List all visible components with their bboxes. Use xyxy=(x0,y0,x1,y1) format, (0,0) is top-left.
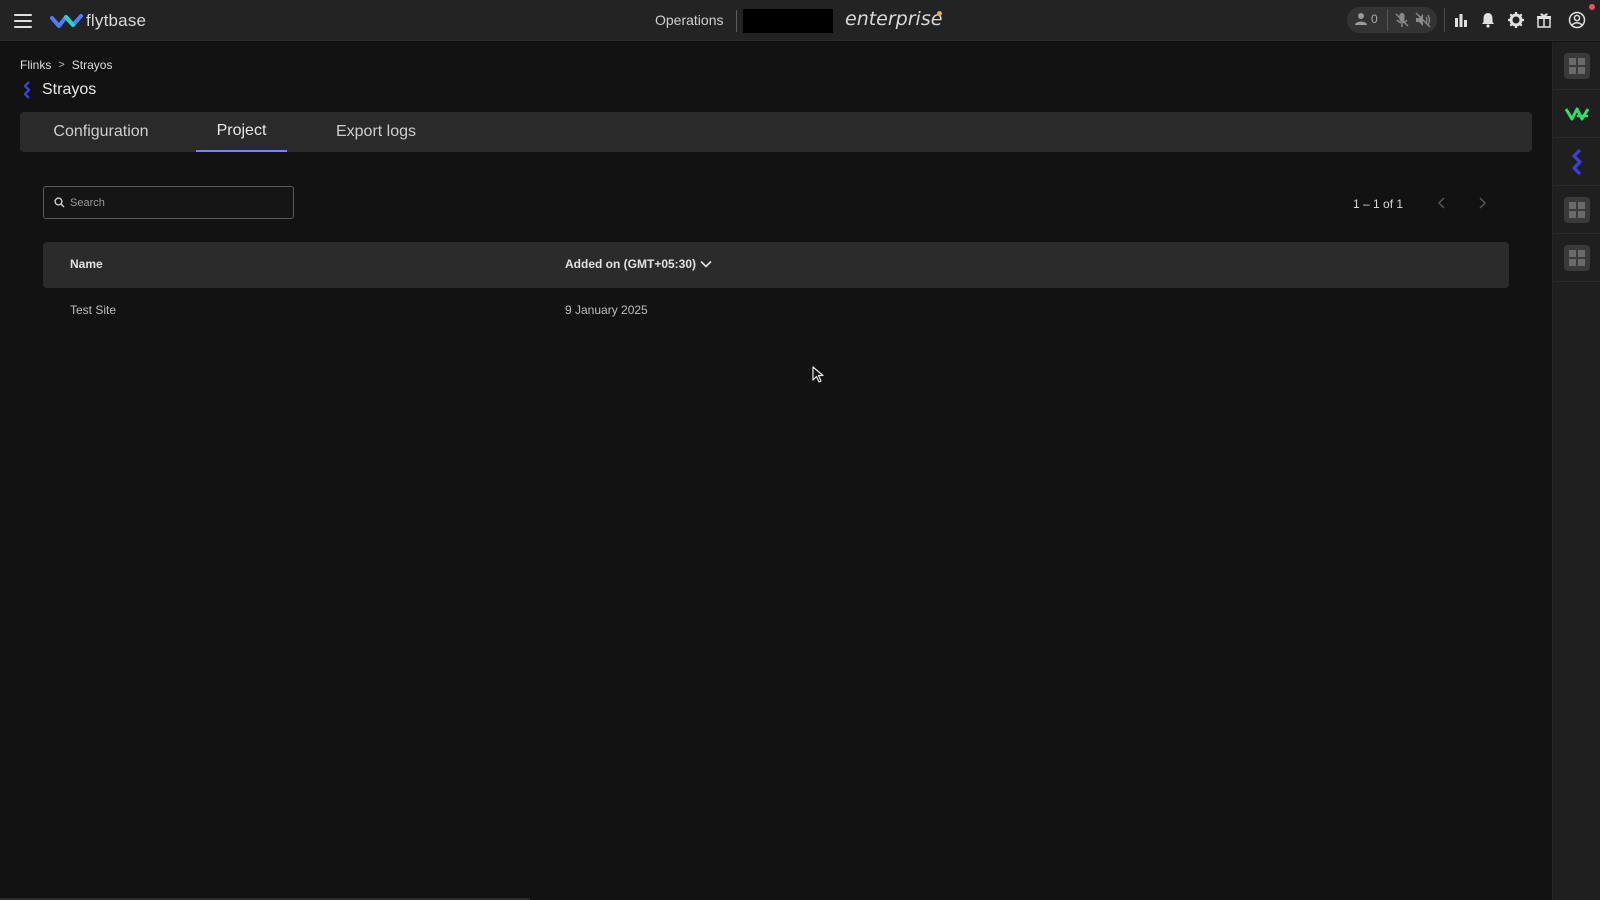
section-label[interactable]: Operations xyxy=(655,12,723,28)
strayos-logo-icon xyxy=(23,81,31,99)
pill-divider xyxy=(1387,9,1388,31)
breadcrumb-current: Strayos xyxy=(71,58,113,72)
menu-icon[interactable] xyxy=(14,14,32,28)
top-bar: flytbase Operations enterprise 0 xyxy=(0,0,1600,41)
user-icon xyxy=(1355,13,1367,25)
breadcrumb: Flinks > Strayos xyxy=(20,58,112,72)
speaker-off-icon[interactable] xyxy=(1414,11,1432,29)
mic-off-icon[interactable] xyxy=(1393,11,1411,29)
edition-accent-mark xyxy=(937,11,942,16)
search-icon xyxy=(54,197,65,208)
page-title: Strayos xyxy=(42,81,97,98)
chevron-right-icon: > xyxy=(58,59,65,71)
rail-widget-tile-2[interactable] xyxy=(1553,186,1600,234)
tab-bar: Configuration Project Export logs xyxy=(20,112,1532,152)
prev-page-button[interactable] xyxy=(1432,193,1452,213)
redacted-org-name xyxy=(743,9,833,33)
widget-tile-icon xyxy=(1564,196,1590,223)
cell-name: Test Site xyxy=(70,303,117,317)
flytbase-logo[interactable]: flytbase xyxy=(50,10,146,32)
cell-added-on: 9 January 2025 xyxy=(565,303,648,317)
gear-icon[interactable] xyxy=(1507,11,1525,29)
rail-widget-tile-3[interactable] xyxy=(1553,234,1600,282)
header-divider xyxy=(736,10,737,32)
flytbase-logo-icon xyxy=(50,14,83,28)
page-header: Strayos xyxy=(22,81,96,99)
bar-chart-icon[interactable] xyxy=(1452,11,1470,29)
account-icon[interactable] xyxy=(1568,11,1586,29)
search-input[interactable] xyxy=(70,187,290,218)
pagination-range: 1 – 1 of 1 xyxy=(1353,197,1404,211)
tab-export-logs[interactable]: Export logs xyxy=(326,112,426,152)
chevron-left-icon xyxy=(1438,197,1445,209)
search-box[interactable] xyxy=(43,186,294,219)
logo-text: flytbase xyxy=(86,11,147,30)
gift-icon[interactable] xyxy=(1535,11,1553,29)
column-header-name[interactable]: Name xyxy=(70,257,103,271)
toolbar-divider xyxy=(1444,8,1445,32)
vantage-logo-icon xyxy=(1565,107,1589,120)
chevron-down-icon xyxy=(700,260,712,268)
notification-dot xyxy=(1589,4,1595,10)
strayos-logo-icon xyxy=(1572,148,1582,175)
bell-icon[interactable] xyxy=(1479,11,1497,29)
rail-strayos-logo[interactable] xyxy=(1553,138,1600,186)
next-page-button[interactable] xyxy=(1472,193,1492,213)
right-rail xyxy=(1552,42,1600,900)
rail-vantage-logo[interactable] xyxy=(1553,90,1600,138)
breadcrumb-root[interactable]: Flinks xyxy=(20,58,51,72)
table-row[interactable]: Test Site 9 January 2025 xyxy=(43,295,1509,327)
tab-configuration[interactable]: Configuration xyxy=(40,112,162,152)
rail-widget-tile-1[interactable] xyxy=(1553,42,1600,90)
column-header-added-on[interactable]: Added on (GMT+05:30) xyxy=(565,257,712,271)
widget-tile-icon xyxy=(1564,52,1590,79)
widget-tile-icon xyxy=(1564,244,1590,271)
edition-label: enterprise xyxy=(845,8,943,30)
tab-project[interactable]: Project xyxy=(196,112,287,152)
column-header-added-on-label: Added on (GMT+05:30) xyxy=(565,257,697,271)
table-header: Name Added on (GMT+05:30) xyxy=(43,242,1509,288)
mouse-cursor-icon xyxy=(812,366,824,383)
chevron-right-icon xyxy=(1479,197,1486,209)
operator-count: 0 xyxy=(1371,12,1378,26)
